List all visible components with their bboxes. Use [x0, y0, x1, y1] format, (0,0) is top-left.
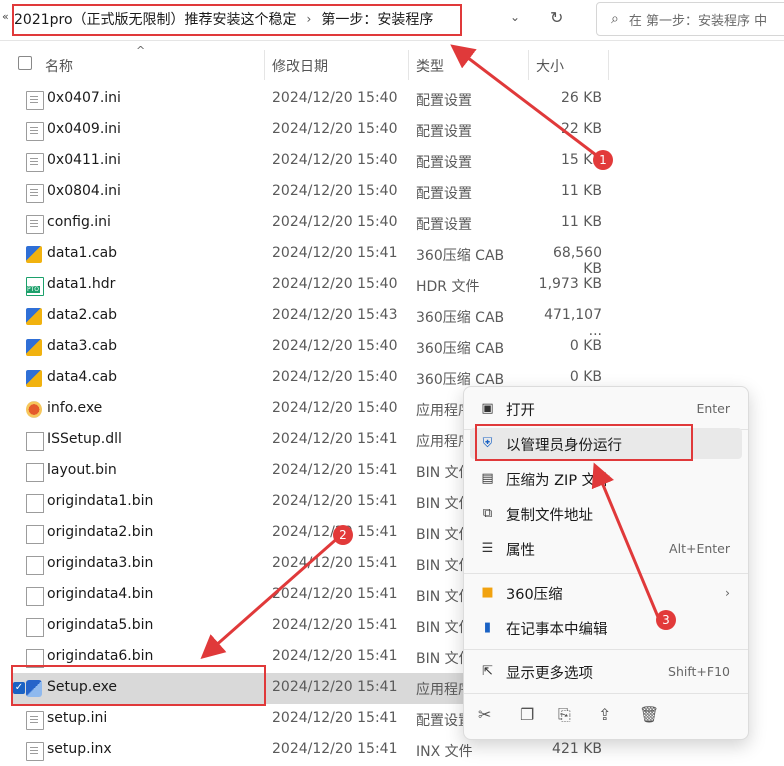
arrow-to-setup-exe	[200, 534, 341, 659]
step-badge-1: 1	[593, 150, 613, 170]
arrow-to-address-bar	[450, 44, 601, 160]
arrow-to-run-as-admin	[591, 462, 660, 618]
step-badge-3: 3	[656, 610, 676, 630]
step-badge-2: 2	[333, 525, 353, 545]
annotation-arrows	[200, 44, 660, 659]
